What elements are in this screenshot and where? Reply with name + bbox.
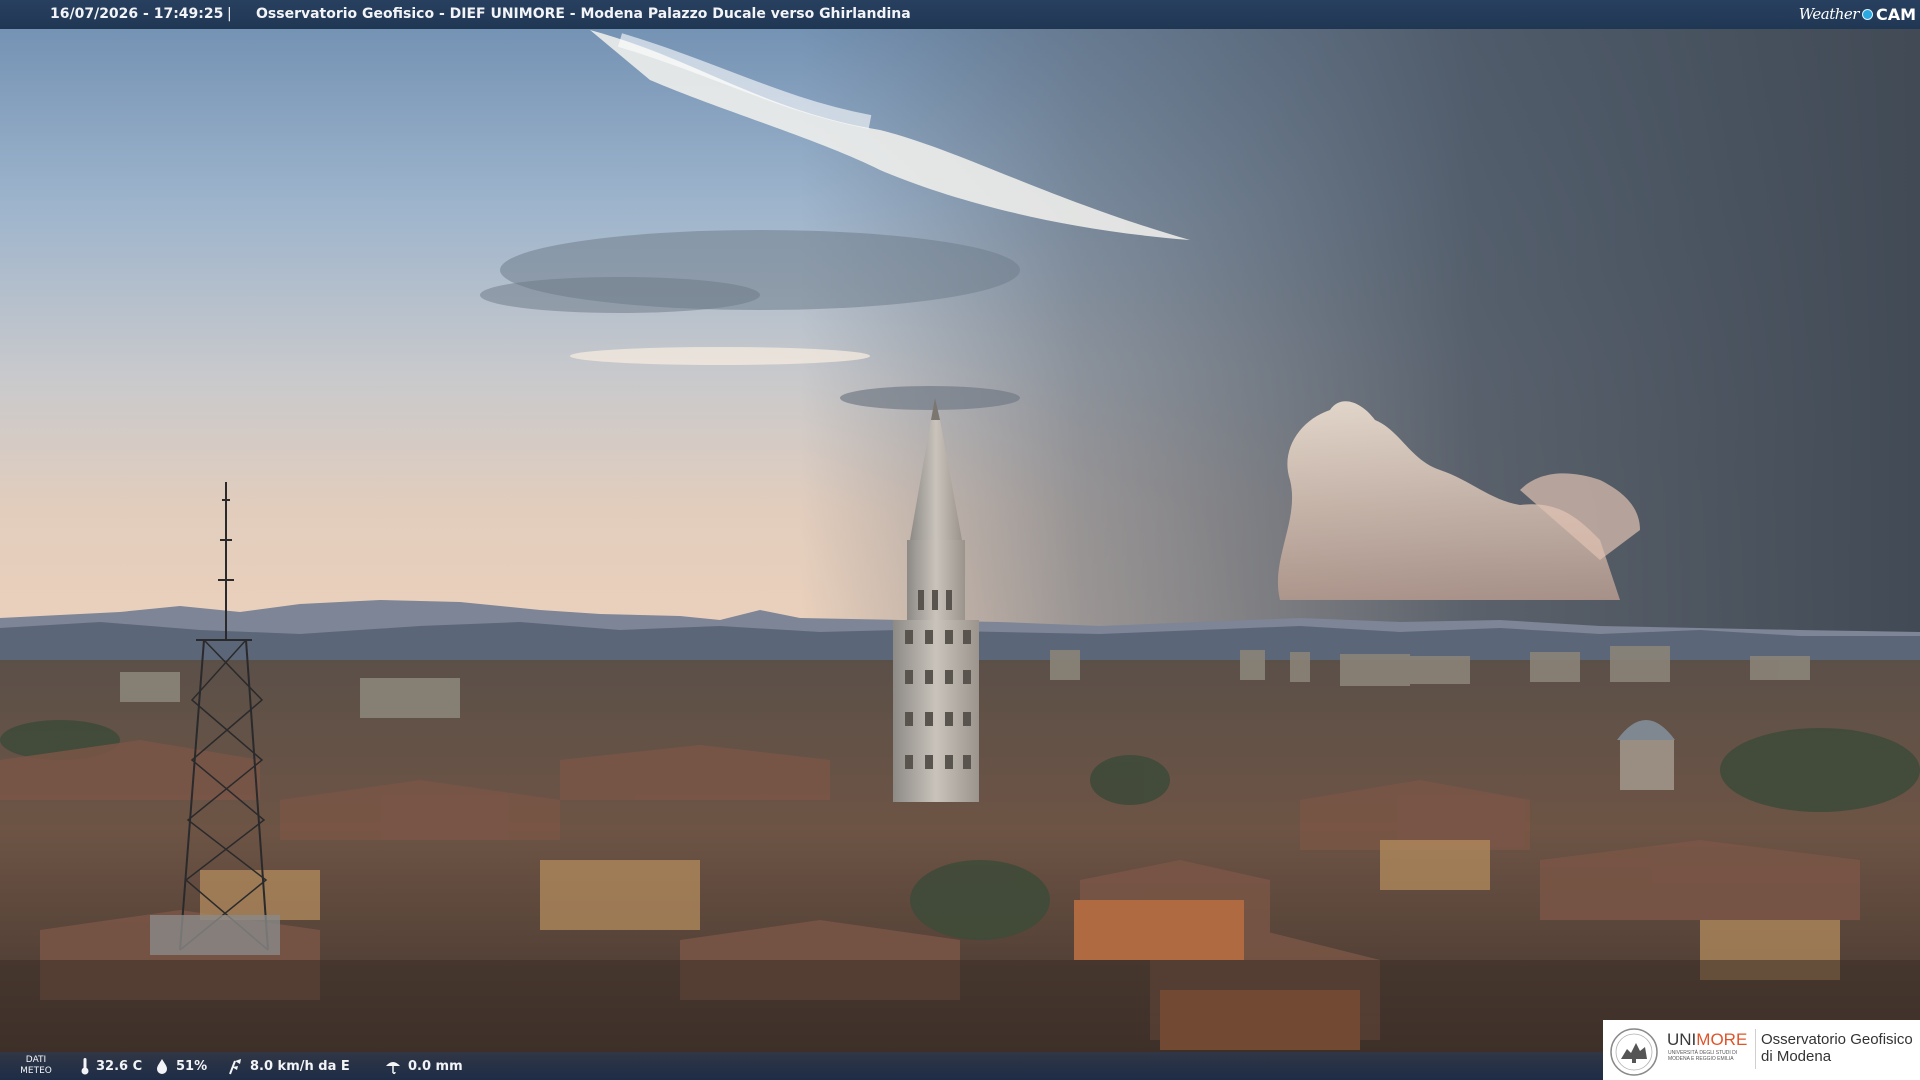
timestamp: 16/07/2026 - 17:49:25	[50, 6, 224, 22]
unimore-logo-box: UNIMORE UNIVERSITÀ DEGLI STUDI DI MODENA…	[1603, 1020, 1920, 1080]
humidity-drop-icon	[157, 1059, 167, 1074]
temperature-reading: 32.6 C	[80, 1052, 142, 1080]
rain-reading: 0.0 mm	[384, 1052, 463, 1080]
thermometer-icon	[81, 1058, 89, 1075]
unimore-subtitle: UNIVERSITÀ DEGLI STUDI DI MODENA E REGGI…	[1668, 1050, 1738, 1062]
brand-cam-text: CAM	[1875, 5, 1916, 24]
header-separator: |	[227, 6, 232, 22]
observatory-name: Osservatorio Geofisico di Modena	[1761, 1031, 1913, 1065]
logo-divider	[1755, 1029, 1756, 1069]
camera-title: Osservatorio Geofisico - DIEF UNIMORE - …	[256, 6, 911, 22]
webcam-photo	[0, 0, 1920, 1080]
brand-dot-icon	[1861, 9, 1873, 20]
brand-weather-text: Weather	[1798, 5, 1860, 23]
weathercam-logo: Weather CAM	[1799, 2, 1916, 27]
wind-reading: 8.0 km/h da E	[226, 1052, 350, 1080]
unimore-wordmark: UNIMORE	[1667, 1030, 1748, 1049]
weather-data-label: DATI METEO	[20, 1055, 52, 1076]
header-bar: 16/07/2026 - 17:49:25 | Osservatorio Geo…	[0, 0, 1920, 29]
temperature-value: 32.6 C	[96, 1058, 143, 1074]
humidity-reading: 51%	[154, 1052, 207, 1080]
rain-value: 0.0 mm	[408, 1058, 463, 1074]
wind-icon	[229, 1059, 241, 1075]
university-seal-icon	[1610, 1028, 1658, 1076]
wind-value: 8.0 km/h da E	[250, 1058, 350, 1074]
humidity-value: 51%	[176, 1058, 208, 1074]
rain-icon	[386, 1062, 400, 1075]
